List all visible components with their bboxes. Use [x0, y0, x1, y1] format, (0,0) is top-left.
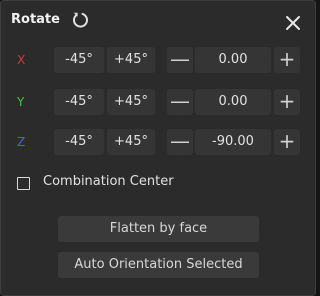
z-increment-button[interactable]: +	[274, 129, 300, 155]
y-value-field[interactable]: 0.00	[195, 89, 271, 115]
z-value-field[interactable]: -90.00	[195, 129, 271, 155]
panel-title: Rotate	[11, 12, 60, 27]
x-increment-button[interactable]: +	[274, 47, 300, 73]
z-decrement-button[interactable]: —	[167, 129, 193, 155]
y-minus-45-button[interactable]: -45°	[54, 89, 104, 115]
y-plus-45-button[interactable]: +45°	[107, 89, 155, 115]
y-increment-button[interactable]: +	[274, 89, 300, 115]
x-value-field[interactable]: 0.00	[195, 47, 271, 73]
x-plus-45-button[interactable]: +45°	[107, 47, 155, 73]
axis-label-z: Z	[17, 135, 26, 149]
flatten-by-face-button[interactable]: Flatten by face	[58, 216, 259, 242]
rotate-reset-icon[interactable]	[70, 10, 90, 30]
z-plus-45-button[interactable]: +45°	[107, 129, 155, 155]
combination-center-checkbox[interactable]	[17, 177, 30, 190]
x-minus-45-button[interactable]: -45°	[54, 47, 104, 73]
z-minus-45-button[interactable]: -45°	[54, 129, 104, 155]
auto-orientation-selected-button[interactable]: Auto Orientation Selected	[58, 252, 259, 278]
y-decrement-button[interactable]: —	[167, 89, 193, 115]
close-icon[interactable]	[284, 14, 302, 32]
rotate-panel: Rotate X -45° +45° — 0.00 + Y -45° +45° …	[0, 0, 316, 296]
x-decrement-button[interactable]: —	[167, 47, 193, 73]
combination-center-label: Combination Center	[43, 174, 174, 189]
axis-label-y: Y	[17, 95, 25, 109]
axis-label-x: X	[17, 53, 26, 67]
